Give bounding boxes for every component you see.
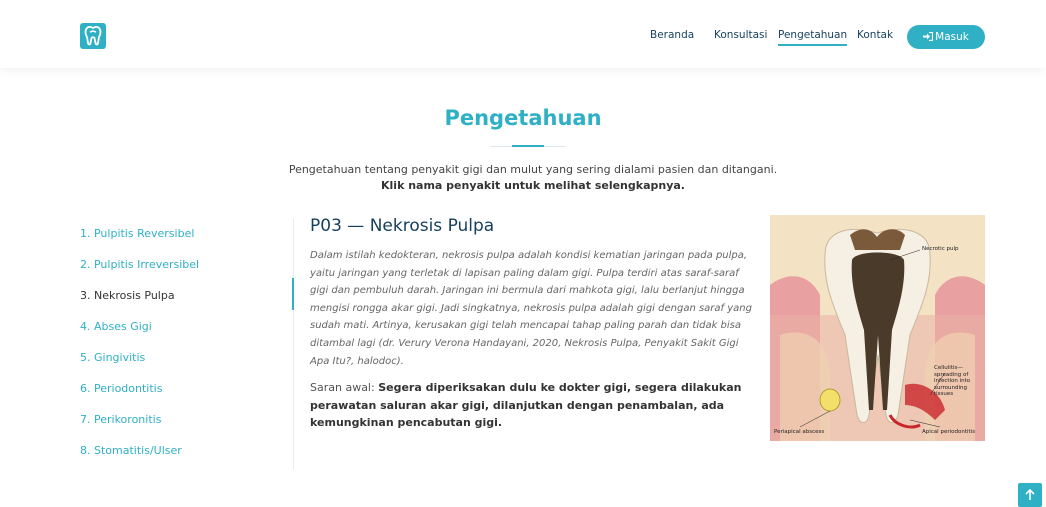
arrow-up-icon bbox=[1025, 488, 1035, 500]
sign-in-icon bbox=[923, 31, 934, 42]
tooth-logo-icon[interactable] bbox=[80, 23, 106, 49]
label-apical-periodontitis: Apical periodontitis bbox=[922, 429, 976, 435]
tooth-illustration: Necrotic pulp Cellulitis— spreading of i… bbox=[770, 215, 985, 441]
back-to-top-button[interactable] bbox=[1018, 483, 1042, 507]
nav-beranda[interactable]: Beranda bbox=[650, 29, 694, 41]
page-title: Pengetahuan bbox=[444, 106, 602, 130]
disease-description: Dalam istilah kedokteran, nekrosis pulpa… bbox=[310, 250, 752, 367]
advice-label: Saran awal: bbox=[310, 381, 379, 394]
sidebar-item-abses-gigi[interactable]: 4. Abses Gigi bbox=[80, 320, 152, 333]
sidebar-item-nekrosis-pulpa[interactable]: 3. Nekrosis Pulpa bbox=[80, 289, 175, 302]
active-item-marker bbox=[292, 278, 294, 310]
title-divider bbox=[512, 145, 544, 147]
nav-kontak[interactable]: Kontak bbox=[857, 29, 893, 41]
label-necrotic-pulp: Necrotic pulp bbox=[922, 246, 959, 252]
nav-pengetahuan[interactable]: Pengetahuan bbox=[778, 29, 848, 46]
page-intro: Pengetahuan tentang penyakit gigi dan mu… bbox=[288, 163, 778, 176]
sidebar-item-pulpitis-irreversibel[interactable]: 2. Pulpitis Irreversibel bbox=[80, 258, 199, 271]
sidebar-item-pulpitis-reversibel[interactable]: 1. Pulpitis Reversibel bbox=[80, 227, 194, 240]
login-button[interactable]: Masuk bbox=[907, 25, 985, 49]
disease-advice: Saran awal: Segera diperiksakan dulu ke … bbox=[310, 379, 750, 432]
sidebar-item-gingivitis[interactable]: 5. Gingivitis bbox=[80, 351, 145, 364]
disease-title: P03 — Nekrosis Pulpa bbox=[310, 216, 495, 236]
site-header: Beranda Konsultasi Pengetahuan Kontak Ma… bbox=[0, 0, 1046, 68]
label-periapical-abscess: Periapical abscess bbox=[774, 429, 825, 435]
page-intro-hint: Klik nama penyakit untuk melihat selengk… bbox=[381, 179, 685, 192]
label-cellulitis: Cellulitis— spreading of infection into … bbox=[934, 365, 971, 397]
sidebar-item-periodontitis[interactable]: 6. Periodontitis bbox=[80, 382, 162, 395]
sidebar-item-stomatitis[interactable]: 8. Stomatitis/Ulser bbox=[80, 444, 182, 457]
disease-sidebar: 1. Pulpitis Reversibel 2. Pulpitis Irrev… bbox=[80, 218, 294, 470]
login-label: Masuk bbox=[935, 31, 969, 43]
nav-konsultasi[interactable]: Konsultasi bbox=[714, 29, 767, 41]
sidebar-item-perikoronitis[interactable]: 7. Perikoronitis bbox=[80, 413, 161, 426]
